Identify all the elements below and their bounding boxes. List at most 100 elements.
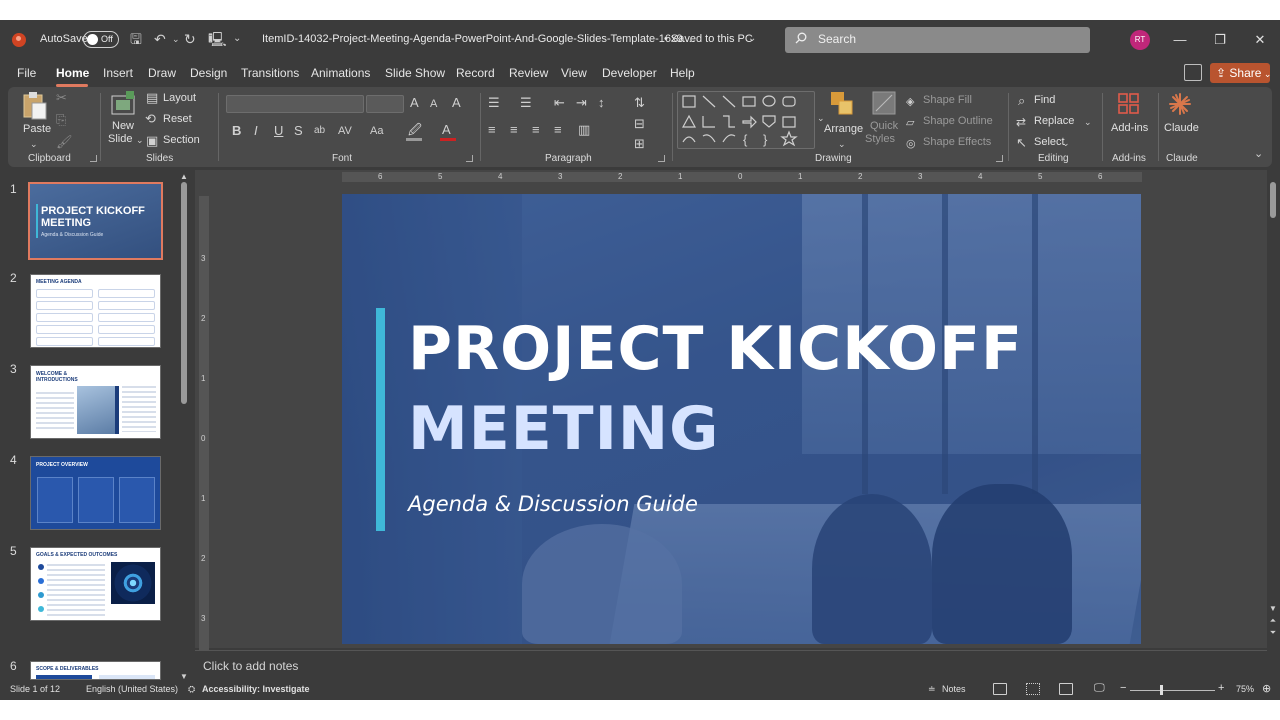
notes-toggle[interactable]: Notes bbox=[942, 684, 966, 694]
chevron-down-icon[interactable]: ⌄ bbox=[30, 137, 38, 151]
clear-formatting-icon[interactable]: A bbox=[452, 96, 461, 110]
decrease-font-icon[interactable]: A bbox=[430, 97, 437, 111]
clipboard-launcher-icon[interactable] bbox=[90, 155, 97, 162]
drawing-launcher-icon[interactable] bbox=[996, 155, 1003, 162]
underline-icon[interactable]: U bbox=[274, 124, 283, 138]
slide-title-line-2[interactable]: MEETING bbox=[408, 394, 719, 464]
chevron-down-icon[interactable]: ⌄ bbox=[136, 133, 144, 147]
tab-transitions[interactable]: Transitions bbox=[241, 66, 299, 80]
increase-indent-icon[interactable]: ⇥ bbox=[576, 96, 587, 110]
shape-outline-icon[interactable]: ▱ bbox=[906, 116, 914, 130]
paste-button[interactable]: Paste bbox=[23, 123, 51, 135]
tab-design[interactable]: Design bbox=[190, 66, 227, 80]
tab-home[interactable]: Home bbox=[56, 66, 89, 80]
reset-icon[interactable]: ⟲ bbox=[145, 112, 156, 126]
justify-icon[interactable]: ≡ bbox=[554, 123, 562, 137]
section-button[interactable]: Section bbox=[163, 134, 200, 146]
bold-icon[interactable]: B bbox=[232, 124, 241, 138]
claude-button[interactable]: Claude bbox=[1164, 122, 1199, 134]
arrange-icon[interactable] bbox=[830, 91, 854, 117]
minimize-icon[interactable]: — bbox=[1172, 32, 1188, 48]
accessibility-status[interactable]: Accessibility: Investigate bbox=[202, 684, 310, 694]
zoom-slider-thumb[interactable] bbox=[1160, 685, 1163, 695]
find-button[interactable]: Find bbox=[1034, 94, 1055, 106]
new-slide-label-1[interactable]: New bbox=[112, 120, 134, 132]
select-button[interactable]: Select bbox=[1034, 136, 1065, 148]
tab-review[interactable]: Review bbox=[509, 66, 548, 80]
current-slide[interactable]: PROJECT KICKOFF MEETING Agenda & Discuss… bbox=[342, 194, 1141, 644]
highlight-icon[interactable]: 🖉 bbox=[408, 123, 422, 137]
thumbnails-scrollbar[interactable]: ▲ ▼ bbox=[180, 170, 188, 681]
search-box[interactable]: Search bbox=[785, 27, 1090, 53]
increase-font-icon[interactable]: A bbox=[410, 96, 419, 110]
change-case-icon[interactable]: Aa bbox=[370, 124, 383, 138]
chevron-down-icon[interactable]: ⌄ bbox=[838, 137, 846, 151]
tab-animations[interactable]: Animations bbox=[311, 66, 370, 80]
character-spacing-icon[interactable]: AV bbox=[338, 124, 352, 138]
line-spacing-icon[interactable]: ↕ bbox=[598, 96, 605, 110]
accessibility-icon[interactable]: ⛭ bbox=[188, 684, 195, 695]
notes-placeholder[interactable]: Click to add notes bbox=[203, 659, 298, 673]
quick-styles-icon[interactable] bbox=[872, 91, 896, 117]
autosave-toggle[interactable]: Off bbox=[83, 31, 119, 48]
paragraph-launcher-icon[interactable] bbox=[658, 155, 665, 162]
strikethrough-icon[interactable]: S bbox=[294, 124, 303, 138]
shape-effects-icon[interactable]: ◎ bbox=[906, 137, 916, 151]
tab-developer[interactable]: Developer bbox=[602, 66, 657, 80]
tab-draw[interactable]: Draw bbox=[148, 66, 176, 80]
layout-button[interactable]: Layout bbox=[163, 92, 196, 104]
close-icon[interactable]: ✕ bbox=[1252, 32, 1268, 48]
notes-icon[interactable]: ≐ bbox=[928, 684, 936, 695]
chevron-down-icon[interactable]: ⌄ bbox=[748, 31, 756, 47]
decrease-indent-icon[interactable]: ⇤ bbox=[554, 96, 565, 110]
fit-to-window-icon[interactable]: ⊕ bbox=[1262, 682, 1271, 695]
share-button[interactable]: ⇪ Share ⌄ bbox=[1210, 63, 1271, 83]
new-slide-label-2[interactable]: Slide bbox=[108, 133, 132, 145]
customize-toolbar-icon[interactable]: ⌄ bbox=[233, 31, 241, 47]
italic-icon[interactable]: I bbox=[254, 124, 258, 138]
thumbnail-slide-3[interactable]: WELCOME & INTRODUCTIONS bbox=[30, 365, 161, 439]
slide-subtitle[interactable]: Agenda & Discussion Guide bbox=[408, 492, 698, 516]
slide-title-line-1[interactable]: PROJECT KICKOFF bbox=[408, 314, 1023, 384]
chevron-down-icon[interactable]: ⌄ bbox=[1062, 136, 1070, 150]
font-color-icon[interactable]: A bbox=[442, 123, 451, 137]
present-icon[interactable]: 🖳 bbox=[208, 31, 227, 47]
thumbnail-slide-1[interactable]: PROJECT KICKOFF MEETING Agenda & Discuss… bbox=[28, 182, 163, 260]
comments-button[interactable] bbox=[1184, 64, 1202, 81]
paste-icon[interactable] bbox=[22, 91, 48, 121]
select-icon[interactable]: ↖ bbox=[1016, 136, 1027, 150]
tab-view[interactable]: View bbox=[561, 66, 587, 80]
next-slide-icon[interactable]: ⏷ bbox=[1268, 626, 1278, 640]
align-center-icon[interactable]: ≡ bbox=[510, 123, 518, 137]
tab-slide-show[interactable]: Slide Show bbox=[385, 66, 445, 80]
shape-fill-icon[interactable]: ◈ bbox=[906, 95, 914, 109]
scrollbar-thumb[interactable] bbox=[1270, 182, 1276, 218]
shapes-gallery-icons[interactable]: {} bbox=[681, 94, 811, 148]
font-size-dropdown[interactable] bbox=[366, 95, 404, 113]
notes-pane[interactable]: Click to add notes bbox=[195, 650, 1267, 680]
zoom-level[interactable]: 75% bbox=[1236, 684, 1254, 694]
text-direction-icon[interactable]: ⇅ bbox=[634, 96, 645, 110]
cut-icon[interactable]: ✂ bbox=[56, 91, 67, 105]
quick-styles-label-1[interactable]: Quick bbox=[870, 120, 898, 132]
numbering-icon[interactable]: ☰ bbox=[520, 96, 532, 110]
zoom-slider[interactable] bbox=[1130, 690, 1215, 691]
replace-button[interactable]: Replace bbox=[1034, 115, 1074, 127]
align-text-icon[interactable]: ⊟ bbox=[634, 117, 645, 131]
language-indicator[interactable]: English (United States) bbox=[86, 684, 178, 694]
font-name-dropdown[interactable] bbox=[226, 95, 364, 113]
slideshow-icon[interactable]: 🖵 bbox=[1094, 682, 1105, 695]
zoom-out-icon[interactable]: − bbox=[1120, 682, 1126, 694]
reset-button[interactable]: Reset bbox=[163, 113, 192, 125]
chevron-down-icon[interactable]: ⌄ bbox=[1084, 115, 1092, 129]
scrollbar-thumb[interactable] bbox=[181, 182, 187, 404]
shape-fill-button[interactable]: Shape Fill bbox=[923, 94, 972, 106]
normal-view-icon[interactable] bbox=[993, 683, 1007, 695]
replace-icon[interactable]: ⇄ bbox=[1016, 115, 1026, 129]
document-title[interactable]: ItemID-14032-Project-Meeting-Agenda-Powe… bbox=[262, 33, 695, 45]
subscript-icon[interactable]: ab bbox=[314, 124, 325, 138]
shape-effects-button[interactable]: Shape Effects bbox=[923, 136, 991, 148]
thumbnail-slide-4[interactable]: PROJECT OVERVIEW bbox=[30, 456, 161, 530]
format-painter-icon[interactable]: 🖌 bbox=[56, 135, 73, 149]
restore-icon[interactable]: ❐ bbox=[1212, 32, 1228, 48]
